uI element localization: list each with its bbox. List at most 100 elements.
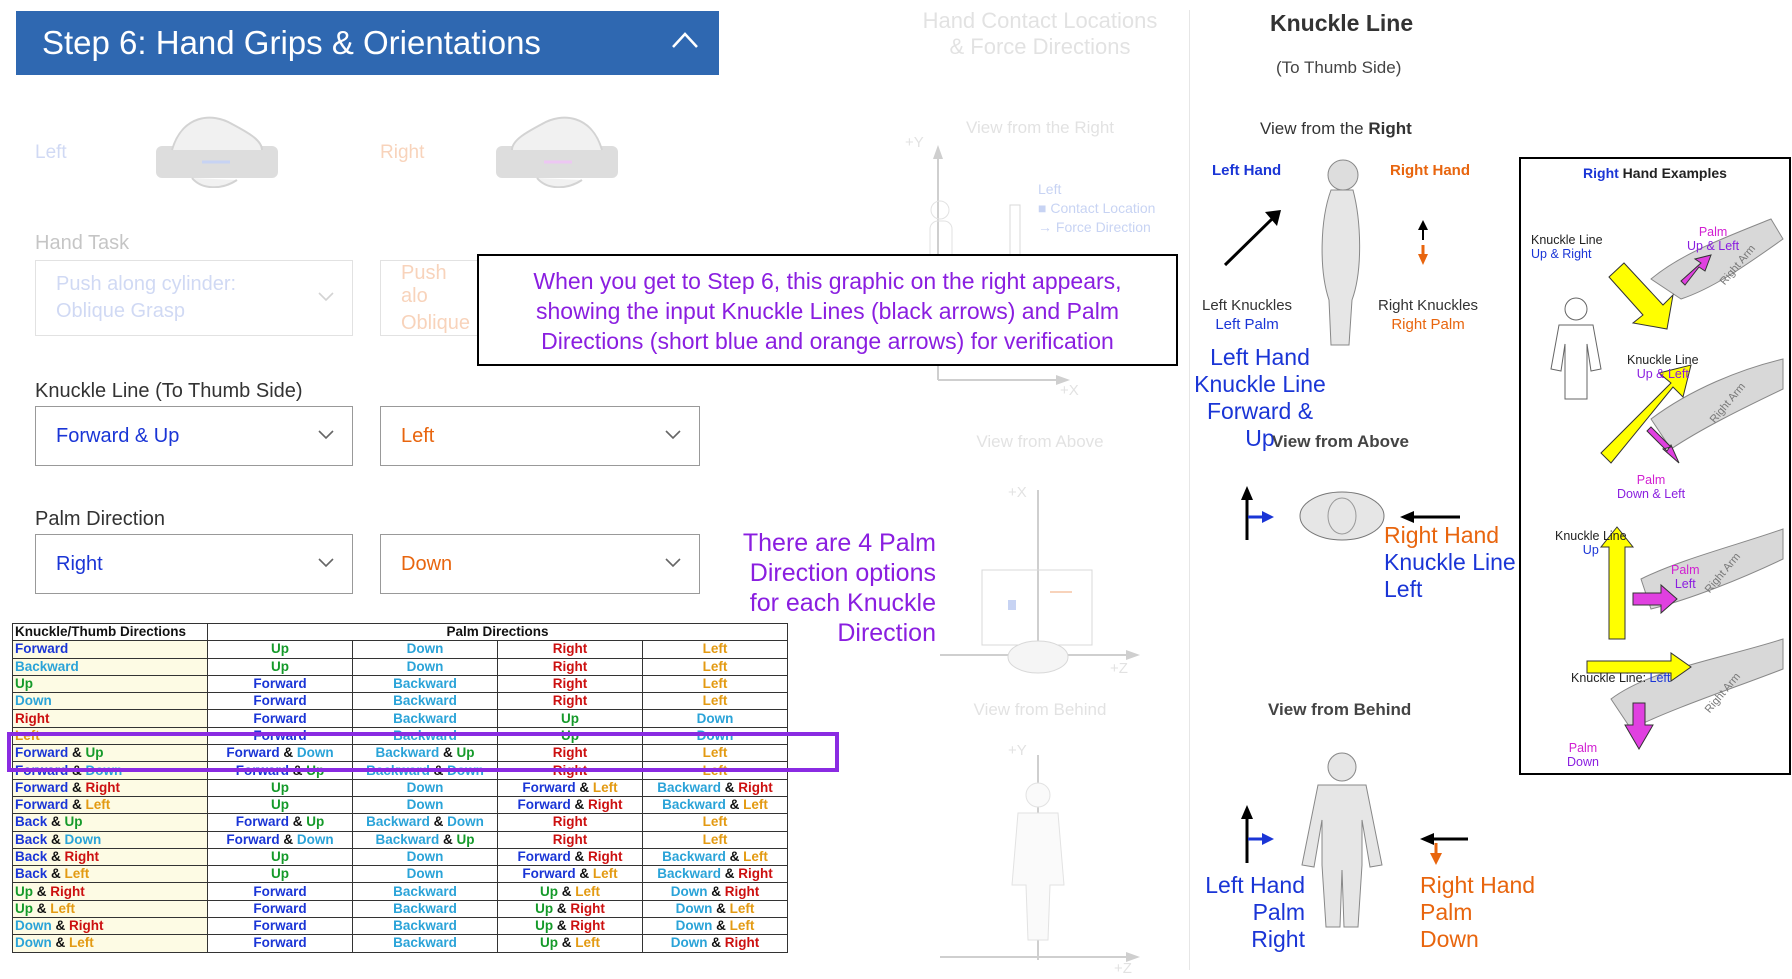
- direction-word: Down: [675, 900, 713, 916]
- direction-word: Down: [447, 814, 484, 830]
- palm-direction-cell: Left: [642, 674, 788, 694]
- direction-word: Up: [271, 658, 289, 674]
- direction-word: Up: [64, 814, 83, 830]
- palm-direction-cell: Down: [352, 657, 498, 676]
- direction-word: Down: [696, 710, 734, 726]
- palm-direction-cell: Forward: [207, 674, 353, 694]
- palm-direction-cell: Forward: [207, 934, 353, 953]
- direction-word: Backward: [375, 831, 440, 847]
- chevron-up-icon[interactable]: [671, 31, 699, 49]
- direction-word: Left: [702, 641, 728, 657]
- direction-word: Right: [552, 676, 588, 692]
- knuckle-direction-cell: Down & Right: [12, 917, 208, 936]
- table-body: Forward Up Down Right Left Backward Up Down Righ…: [12, 640, 788, 953]
- example3-palm-label: Palm: [1671, 563, 1700, 577]
- step-header[interactable]: Step 6: Hand Grips & Orientations: [16, 11, 719, 75]
- knuckle-direction-cell: Down & Left: [12, 934, 208, 953]
- table-row: Down Forward Backward Right Left: [12, 692, 788, 711]
- table-row: Up & Left Forward Backward Up & Right Down &…: [12, 899, 788, 919]
- palm-direction-cell: Down: [352, 865, 498, 884]
- knuckle-direction-cell: Back & Up: [12, 813, 208, 832]
- rp-left-kl-line2: Knuckle Line: [1194, 371, 1326, 397]
- palm-direction-cell: Up: [207, 847, 353, 867]
- palm-direction-left-value: Right: [56, 552, 103, 575]
- direction-word: Right: [570, 918, 605, 934]
- knuckle-direction-cell: Up & Right: [12, 882, 208, 901]
- direction-word: Up: [15, 676, 33, 692]
- direction-word: &: [721, 779, 739, 795]
- palm-direction-left-select[interactable]: Right: [35, 534, 353, 594]
- direction-word: Right: [588, 797, 623, 813]
- axis-x-label-1: +X: [1060, 382, 1079, 399]
- palm-direction-cell: Up: [497, 709, 643, 728]
- direction-word: Left: [592, 779, 618, 795]
- palm-direction-cell: Backward: [352, 709, 498, 728]
- example2-kl-label: Knuckle Line: [1627, 353, 1699, 367]
- palm-direction-cell: Backward: [352, 917, 498, 936]
- legend-title: Left: [1038, 181, 1062, 197]
- direction-word: Backward: [657, 866, 722, 882]
- palm-direction-cell: Up & Right: [497, 917, 643, 936]
- palm-direction-cell: Backward & Right: [642, 778, 788, 797]
- center-title-line1: Hand Contact Locations: [922, 8, 1158, 33]
- direction-word: Backward: [657, 779, 722, 795]
- direction-word: &: [570, 849, 589, 864]
- axis-z-label-2: +Z: [1114, 960, 1132, 977]
- axis-y-label-2: +Y: [1008, 742, 1027, 759]
- example3-palm-dir: Left: [1674, 577, 1696, 591]
- palm-direction-cell: Up & Right: [497, 899, 643, 919]
- hand-task-label: Hand Task: [35, 232, 130, 254]
- direction-word: Up: [271, 779, 289, 795]
- callout-line3: Directions (short blue and orange arrows…: [541, 328, 1114, 354]
- palm-direction-cell: Forward: [207, 917, 353, 936]
- square-icon: ■: [1038, 200, 1051, 216]
- direction-word: Forward: [517, 797, 571, 813]
- example3-kl-dir: Up: [1582, 543, 1599, 557]
- knuckle-line-right-select[interactable]: Left: [380, 406, 700, 466]
- palm-direction-cell: Right: [497, 813, 643, 832]
- hand-task-left-select[interactable]: Push along cylinder: Oblique Grasp: [35, 260, 353, 336]
- direction-word: Backward: [393, 935, 457, 951]
- palm-direction-cell: Down: [352, 795, 498, 815]
- palm-direction-right-select[interactable]: Down: [380, 534, 700, 594]
- direction-word: Forward: [253, 693, 307, 709]
- rp-left-palm-line1: Left Hand: [1205, 872, 1305, 898]
- rp-view-above: View from Above: [1272, 432, 1409, 451]
- rp-left-knuckles: Left Knuckles: [1202, 297, 1293, 314]
- palm-direction-cell: Up: [207, 795, 353, 815]
- direction-word: Down: [15, 693, 52, 709]
- direction-word: Backward: [393, 710, 457, 726]
- rp-right-kl-line3: Left: [1384, 576, 1423, 602]
- direction-word: Up: [539, 883, 558, 899]
- example4-palm-label: Palm: [1568, 741, 1598, 755]
- direction-word: Down: [296, 831, 334, 847]
- table-row: Back & Right Up Down Forward & Right Backwar…: [12, 847, 788, 867]
- rp-right-palm-line3: Down: [1420, 926, 1479, 952]
- table-row: Back & Down Forward & Down Backward & Up Ri…: [12, 830, 788, 849]
- palm-direction-cell: Down & Left: [642, 899, 788, 919]
- rp-left-knuckles-block: Left Knuckles Left Palm: [1202, 296, 1292, 334]
- direction-word: &: [570, 797, 589, 813]
- rp-view-right: View from the Right: [1260, 119, 1412, 139]
- palm-direction-cell: Left: [642, 657, 788, 676]
- knuckle-direction-cell: Forward: [12, 640, 208, 659]
- direction-word: Right: [50, 883, 85, 899]
- knuckle-line-left-select[interactable]: Forward & Up: [35, 406, 353, 466]
- direction-word: Backward: [662, 797, 726, 813]
- hand-task-right-select[interactable]: Push alo Oblique: [380, 260, 490, 336]
- palm-direction-cell: Forward & Right: [497, 847, 643, 867]
- direction-word: Right: [724, 935, 760, 951]
- rp-right-knuckles: Right Knuckles: [1378, 297, 1479, 314]
- palm-direction-cell: Right: [497, 830, 643, 849]
- direction-word: &: [33, 883, 51, 899]
- direction-word: &: [712, 900, 730, 916]
- table-row: Forward & Left Up Down Forward & Right Backw…: [12, 795, 788, 815]
- direction-word: Forward: [15, 779, 69, 795]
- direction-word: Right: [724, 883, 760, 899]
- direction-word: Down: [406, 779, 444, 795]
- table-row: Down & Right Forward Backward Up & Right Dow…: [12, 917, 788, 936]
- direction-word: Down: [406, 849, 444, 864]
- rp-right-palm-line1: Right Hand: [1420, 872, 1536, 898]
- palm-direction-cell: Left: [642, 692, 788, 711]
- palm-direction-cell: Down: [352, 847, 498, 867]
